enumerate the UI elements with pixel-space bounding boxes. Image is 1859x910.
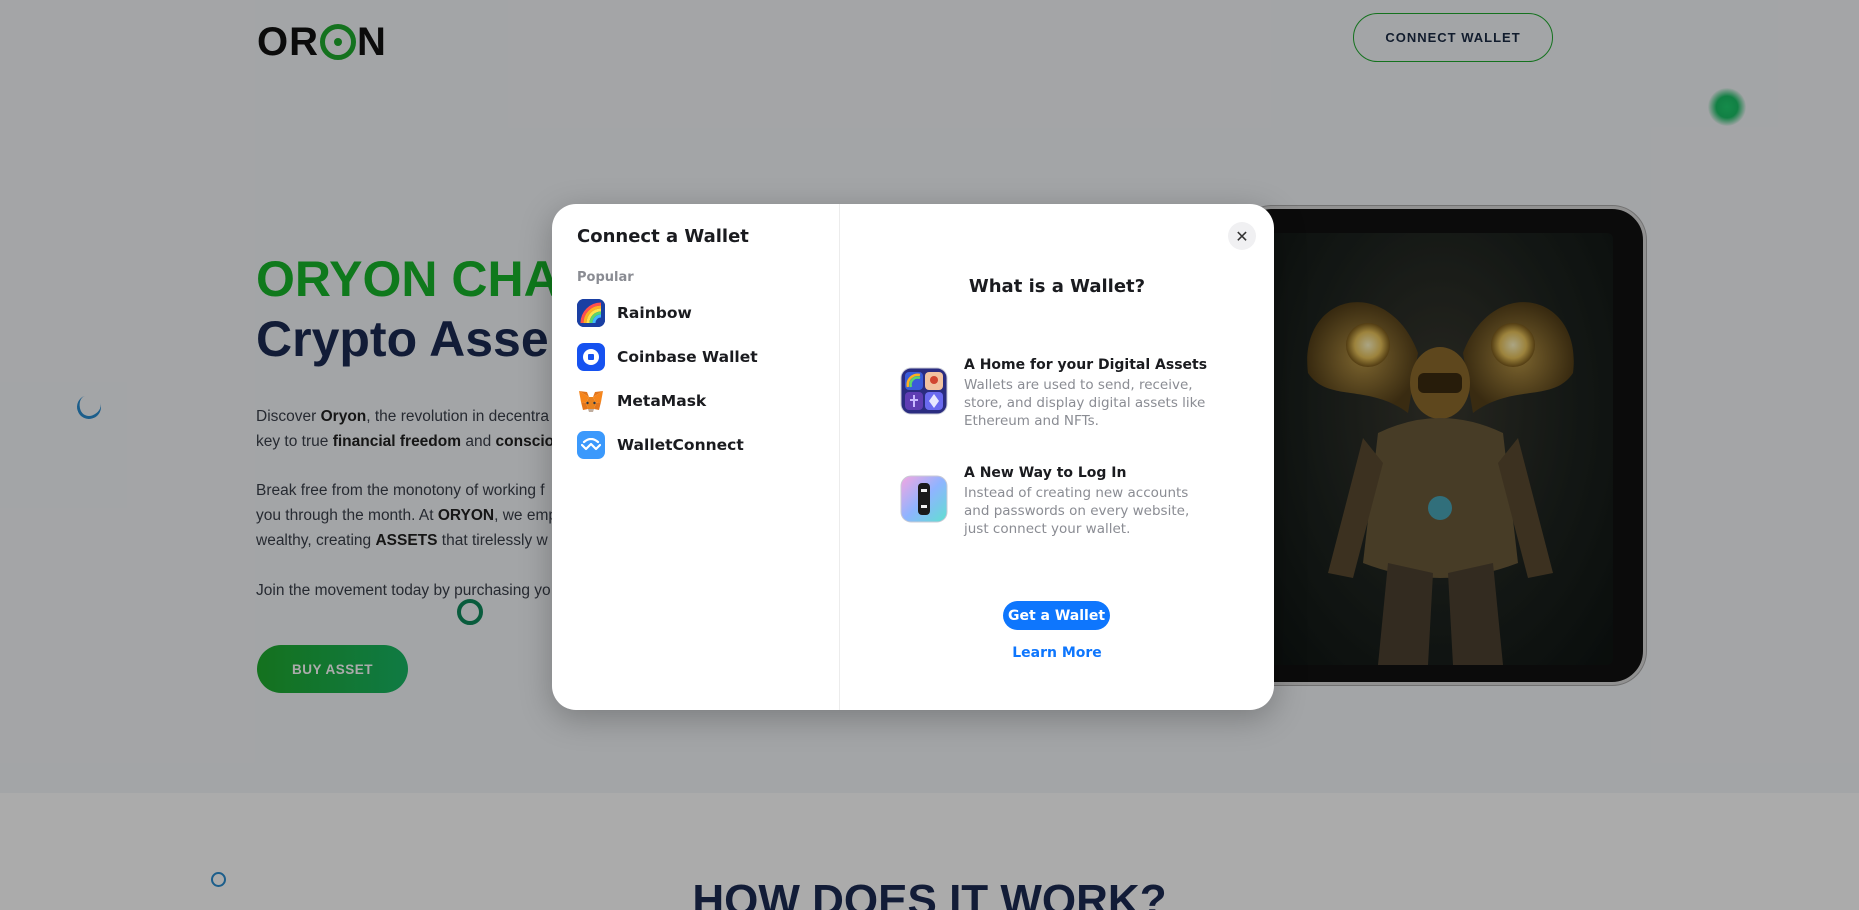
get-a-wallet-button[interactable]: Get a Wallet — [1003, 601, 1110, 630]
wallet-info-panel: ✕ What is a Wallet? A Home for your Digi… — [840, 204, 1274, 710]
rainbow-icon — [577, 299, 605, 327]
walletconnect-icon — [577, 431, 605, 459]
wallet-option-metamask[interactable]: MetaMask — [575, 379, 839, 423]
what-is-wallet-title: What is a Wallet? — [968, 276, 1146, 297]
modal-title: Connect a Wallet — [577, 226, 749, 247]
info-digital-assets-heading: A Home for your Digital Assets — [964, 357, 1208, 373]
info-log-in-heading: A New Way to Log In — [964, 465, 1127, 481]
wallet-list-panel: Connect a Wallet Popular Rainbow Coinbas… — [552, 204, 840, 710]
info-digital-assets-body: Wallets are used to send, receive, store… — [964, 377, 1206, 429]
login-key-icon — [900, 475, 948, 523]
wallet-label: Coinbase Wallet — [617, 348, 758, 366]
wallet-option-walletconnect[interactable]: WalletConnect — [575, 423, 839, 467]
coinbase-icon — [577, 343, 605, 371]
learn-more-link[interactable]: Learn More — [840, 645, 1274, 661]
wallet-label: WalletConnect — [617, 436, 744, 454]
group-label-popular: Popular — [577, 270, 634, 285]
metamask-fox-icon — [577, 387, 605, 415]
connect-wallet-modal: Connect a Wallet Popular Rainbow Coinbas… — [552, 204, 1274, 710]
wallet-label: Rainbow — [617, 304, 692, 322]
wallet-option-rainbow[interactable]: Rainbow — [575, 291, 839, 335]
wallet-option-coinbase[interactable]: Coinbase Wallet — [575, 335, 839, 379]
info-log-in-body: Instead of creating new accounts and pas… — [964, 485, 1190, 537]
wallet-label: MetaMask — [617, 392, 707, 410]
info-digital-assets: A Home for your Digital Assets Wallets a… — [900, 357, 1220, 430]
close-icon[interactable]: ✕ — [1228, 222, 1256, 250]
info-log-in: A New Way to Log In Instead of creating … — [900, 465, 1220, 538]
digital-assets-icon — [900, 367, 948, 415]
